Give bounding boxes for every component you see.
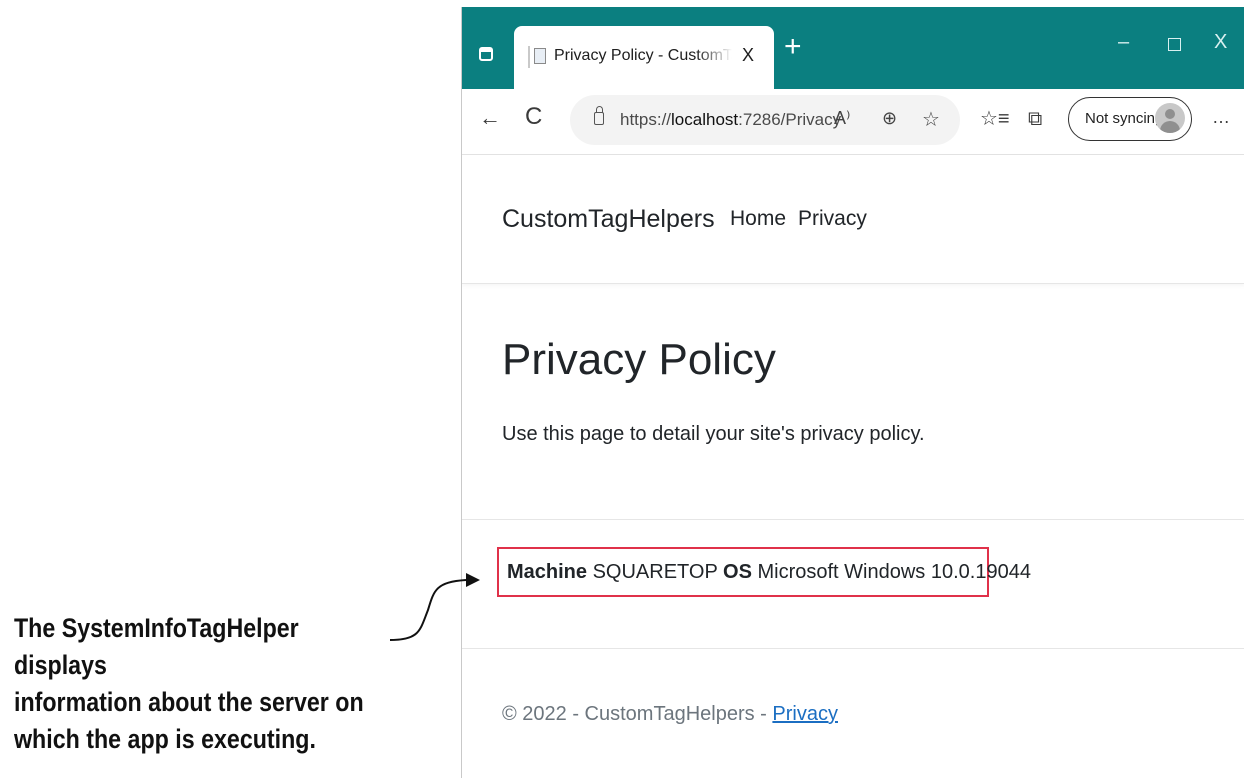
footer-copyright: © 2022 - CustomTagHelpers - [502,703,773,725]
maximize-button[interactable] [1168,38,1181,51]
machine-value: SQUARETOP [592,561,718,583]
callout-line: which the app is executing. [14,724,316,754]
callout-text: The SystemInfoTagHelper displays informa… [14,610,375,758]
machine-label: Machine [507,561,588,583]
callout-connector-arrow [389,573,480,641]
footer-privacy-link[interactable]: Privacy [772,703,838,725]
section-divider [462,519,1244,520]
more-options-icon[interactable]: … [1212,106,1231,128]
tab-close-icon[interactable]: X [742,45,754,66]
address-bar[interactable]: https://localhost:7286/Privacy A⁾ ⊕ ☆ [570,95,960,145]
favorites-icon[interactable]: ☆≡ [980,108,1010,130]
browser-window: Privacy Policy - CustomTagHelpers X + – … [461,7,1244,778]
callout-line: The SystemInfoTagHelper displays [14,613,299,680]
avatar-icon [1155,103,1185,133]
site-navbar: CustomTagHelpers Home Privacy [462,155,1244,284]
callout-line: information about the server on [14,687,364,717]
zoom-icon[interactable]: ⊕ [882,108,897,129]
new-tab-button[interactable]: + [784,32,802,62]
browser-toolbar: ← C https://localhost:7286/Privacy A⁾ ⊕ … [462,89,1244,155]
refresh-button[interactable]: C [525,105,542,129]
tab-title: Privacy Policy - CustomTagHelpers [554,47,732,64]
read-aloud-icon[interactable]: A⁾ [834,108,850,129]
tab-strip: Privacy Policy - CustomTagHelpers X + – … [462,7,1244,89]
site-brand-link[interactable]: CustomTagHelpers [502,205,715,234]
add-favorite-icon[interactable]: ☆ [922,107,940,132]
footer-divider [462,648,1244,649]
tab-privacy-policy[interactable]: Privacy Policy - CustomTagHelpers X [514,26,774,89]
profile-button[interactable]: Not syncing [1068,97,1192,141]
tab-actions-icon[interactable] [474,43,498,65]
system-info-box: Machine SQUARETOP OS Microsoft Windows 1… [497,547,1031,597]
os-value: Microsoft Windows 10.0.19044 [757,561,1031,583]
back-button[interactable]: ← [479,107,501,129]
minimize-button[interactable]: – [1118,31,1129,54]
page-description: Use this page to detail your site's priv… [502,423,925,445]
footer: © 2022 - CustomTagHelpers - Privacy [502,703,838,726]
profile-label: Not syncing [1085,110,1164,127]
page-content: CustomTagHelpers Home Privacy Privacy Po… [462,155,1244,778]
url-text[interactable]: https://localhost:7286/Privacy [620,110,841,130]
page-title: Privacy Policy [502,335,776,384]
collections-icon[interactable]: ⧉ [1028,108,1042,130]
os-label: OS [723,561,752,583]
nav-home-link[interactable]: Home [730,207,786,231]
close-window-button[interactable]: X [1214,31,1227,54]
lock-icon[interactable] [594,106,604,125]
page-favicon-icon [528,46,546,68]
nav-privacy-link[interactable]: Privacy [798,207,867,231]
